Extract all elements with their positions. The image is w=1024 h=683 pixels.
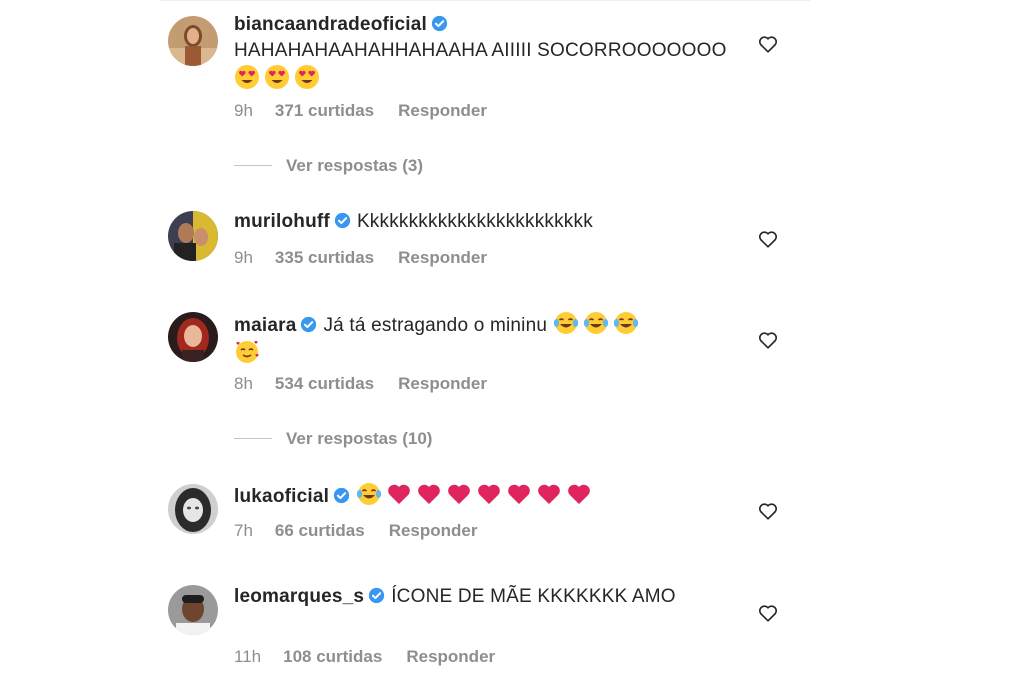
comment-text: Kkkkkkkkkkkkkkkkkkkkkkkk (356, 211, 593, 232)
like-count[interactable]: 335 curtidas (275, 248, 374, 267)
comment-meta: 8h 534 curtidas Responder (234, 374, 511, 394)
red-heart-emoji-icon (448, 484, 470, 504)
like-heart-icon[interactable] (757, 33, 779, 55)
replies-divider (234, 438, 272, 439)
reply-button[interactable]: Responder (398, 248, 487, 267)
like-heart-icon[interactable] (757, 500, 779, 522)
smiling-face-with-hearts-emoji-icon (236, 340, 259, 363)
username[interactable]: lukaoficial (234, 486, 329, 507)
tears-of-joy-emoji-icon (357, 483, 382, 505)
verified-badge-icon (334, 212, 351, 229)
red-heart-emoji-icon (388, 484, 410, 504)
avatar[interactable] (168, 484, 218, 534)
comment-time: 11h (234, 647, 262, 666)
comment-time: 9h (234, 101, 253, 120)
comment-body: lukaoficial (234, 481, 734, 510)
comment-meta: 9h 335 curtidas Responder (234, 248, 511, 268)
like-count[interactable]: 108 curtidas (283, 647, 382, 666)
username[interactable]: maiara (234, 315, 296, 336)
red-heart-emoji-icon (508, 484, 530, 504)
comment-text: ÍCONE DE MÃE KKKKKKK AMO (391, 586, 676, 607)
reply-button[interactable]: Responder (398, 374, 487, 393)
comment-body: leomarques_s ÍCONE DE MÃE KKKKKKK AMO (234, 584, 734, 610)
verified-badge-icon (431, 15, 448, 32)
reply-button[interactable]: Responder (389, 521, 478, 540)
red-heart-emoji-icon (418, 484, 440, 504)
comment-body: biancaandradeoficial HAHAHAHAAHAHHAHAAHA… (234, 12, 734, 93)
view-replies-label: Ver respostas (3) (286, 156, 424, 175)
comment-time: 8h (234, 374, 253, 393)
verified-badge-icon (333, 487, 350, 504)
username[interactable]: murilohuff (234, 211, 330, 232)
avatar[interactable] (168, 16, 218, 66)
tears-of-joy-emoji-icon (613, 312, 638, 334)
comments-panel: biancaandradeoficial HAHAHAHAAHAHHAHAAHA… (150, 0, 810, 683)
like-heart-icon[interactable] (757, 329, 779, 351)
view-replies-label: Ver respostas (10) (286, 429, 433, 448)
like-count[interactable]: 534 curtidas (275, 374, 374, 393)
view-replies-button[interactable]: Ver respostas (3) (234, 156, 423, 176)
tears-of-joy-emoji-icon (583, 312, 608, 334)
reply-button[interactable]: Responder (398, 101, 487, 120)
comment-time: 7h (234, 521, 253, 540)
username[interactable]: biancaandradeoficial (234, 14, 427, 35)
verified-badge-icon (301, 316, 317, 333)
red-heart-emoji-icon (538, 484, 560, 504)
replies-divider (234, 165, 272, 166)
comment-body: maiara Já tá estragando o mininu (234, 310, 734, 368)
red-heart-emoji-icon (568, 484, 590, 504)
comment-meta: 7h 66 curtidas Responder (234, 521, 501, 541)
view-replies-button[interactable]: Ver respostas (10) (234, 429, 432, 449)
like-count[interactable]: 66 curtidas (275, 521, 365, 540)
comment-text: HAHAHAHAAHAHHAHAAHA AIIIII SOCORROOOOOOO (234, 40, 727, 61)
reply-button[interactable]: Responder (406, 647, 495, 666)
avatar[interactable] (168, 585, 218, 635)
like-heart-icon[interactable] (757, 228, 779, 250)
tears-of-joy-emoji-icon (553, 312, 578, 334)
heart-eyes-emoji-icon (265, 65, 289, 89)
like-heart-icon[interactable] (757, 602, 779, 624)
comment-meta: 11h 108 curtidas Responder (234, 647, 519, 667)
comment-meta: 9h 371 curtidas Responder (234, 101, 511, 121)
avatar[interactable] (168, 312, 218, 362)
red-heart-emoji-icon (478, 484, 500, 504)
heart-eyes-emoji-icon (295, 65, 319, 89)
username[interactable]: leomarques_s (234, 586, 364, 607)
comment-time: 9h (234, 248, 253, 267)
verified-badge-icon (369, 587, 385, 604)
heart-eyes-emoji-icon (235, 65, 259, 89)
comment-text: Já tá estragando o mininu (323, 315, 548, 336)
comment-body: murilohuff Kkkkkkkkkkkkkkkkkkkkkkkk (234, 209, 734, 235)
avatar[interactable] (168, 211, 218, 261)
like-count[interactable]: 371 curtidas (275, 101, 374, 120)
